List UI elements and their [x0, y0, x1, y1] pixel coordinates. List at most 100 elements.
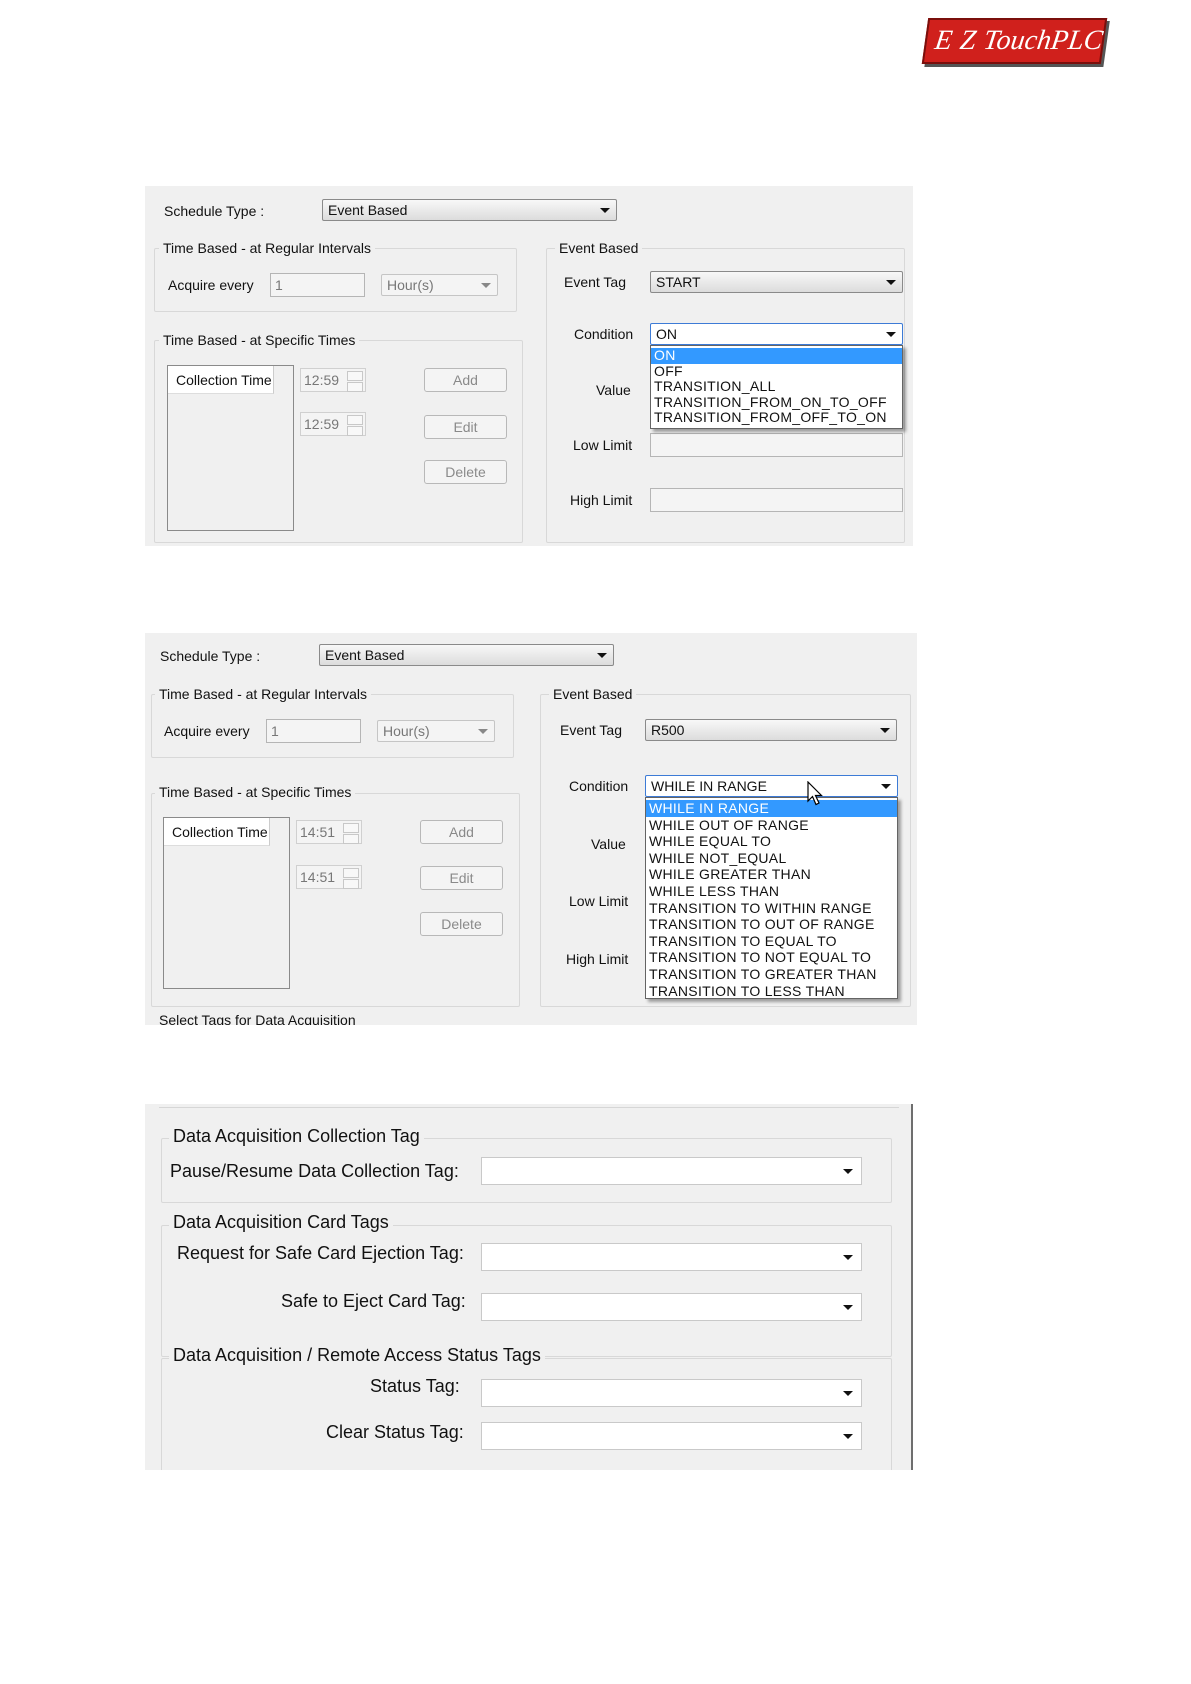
delete-button[interactable]: Delete: [420, 912, 503, 936]
clear-status-tag-select[interactable]: [481, 1422, 862, 1450]
status-tags-group: [161, 1358, 892, 1470]
acquire-unit-value: Hour(s): [387, 277, 434, 293]
event-tag-select[interactable]: R500: [645, 719, 897, 741]
edit-button[interactable]: Edit: [424, 415, 507, 439]
spinner-arrows-icon[interactable]: [347, 371, 363, 392]
spinner-arrows-icon[interactable]: [343, 823, 359, 844]
schedule-type-label: Schedule Type :: [164, 203, 265, 219]
value-label: Value: [596, 382, 631, 398]
chevron-down-icon: [843, 1169, 853, 1174]
specific-times-title: Time Based - at Specific Times: [159, 332, 360, 348]
dropdown-option[interactable]: TRANSITION TO WITHIN RANGE: [646, 900, 897, 917]
condition-dropdown-list[interactable]: WHILE IN RANGE WHILE OUT OF RANGE WHILE …: [645, 797, 898, 999]
safe-card-request-label: Request for Safe Card Ejection Tag:: [177, 1243, 464, 1263]
event-based-title: Event Based: [555, 240, 643, 256]
logo-wordmark: TouchPLC: [981, 25, 1105, 56]
status-tag-select[interactable]: [481, 1379, 862, 1407]
safe-to-eject-tag-select[interactable]: [481, 1293, 862, 1321]
spinner-arrows-icon[interactable]: [343, 868, 359, 889]
dropdown-option[interactable]: TRANSITION TO OUT OF RANGE: [646, 916, 897, 933]
condition-select[interactable]: ON: [650, 323, 903, 345]
chevron-down-icon: [597, 653, 607, 658]
select-tags-title: Select Tags for Data Acquisition: [159, 1012, 356, 1025]
high-limit-label: High Limit: [570, 492, 633, 508]
dropdown-option[interactable]: TRANSITION_ALL: [651, 378, 902, 395]
event-tag-select[interactable]: START: [650, 271, 903, 293]
condition-value: ON: [656, 326, 677, 342]
pause-resume-label: Pause/Resume Data Collection Tag:: [170, 1161, 459, 1181]
dropdown-option[interactable]: TRANSITION_FROM_OFF_TO_ON: [651, 409, 902, 426]
safe-card-request-tag-select[interactable]: [481, 1243, 862, 1271]
add-button[interactable]: Add: [420, 820, 503, 844]
schedule-type-select[interactable]: Event Based: [322, 199, 617, 221]
time-spinner-2[interactable]: 12:59: [300, 412, 366, 436]
chevron-down-icon: [478, 729, 488, 734]
event-tag-value: R500: [651, 722, 685, 738]
chevron-down-icon: [843, 1305, 853, 1310]
logo-letter-z: Z: [958, 25, 978, 56]
high-limit-label: High Limit: [566, 951, 629, 967]
dropdown-option[interactable]: WHILE GREATER THAN: [646, 866, 897, 883]
schedule-dialog-1: Schedule Type : Event Based Time Based -…: [145, 186, 913, 546]
condition-dropdown-list[interactable]: ON OFF TRANSITION_ALL TRANSITION_FROM_ON…: [650, 345, 903, 429]
acquire-every-input[interactable]: 1: [266, 719, 361, 743]
chevron-down-icon: [843, 1255, 853, 1260]
chevron-down-icon: [600, 208, 610, 213]
delete-button[interactable]: Delete: [424, 460, 507, 484]
time-spinner-1[interactable]: 12:59: [300, 368, 366, 392]
collection-time-list[interactable]: Collection Time: [163, 817, 290, 989]
dropdown-option[interactable]: TRANSITION TO EQUAL TO: [646, 933, 897, 950]
chevron-down-icon: [843, 1434, 853, 1439]
dropdown-option[interactable]: WHILE NOT_EQUAL: [646, 850, 897, 867]
collection-time-header[interactable]: Collection Time: [164, 818, 270, 846]
low-limit-label: Low Limit: [573, 437, 633, 453]
time-value-1: 12:59: [304, 372, 340, 388]
chevron-down-icon: [881, 784, 891, 789]
condition-select[interactable]: WHILE IN RANGE: [645, 775, 898, 797]
time-spinner-1[interactable]: 14:51: [296, 820, 362, 844]
acquire-unit-select[interactable]: Hour(s): [381, 274, 498, 296]
dropdown-option[interactable]: TRANSITION_FROM_ON_TO_OFF: [651, 394, 902, 411]
status-tags-title: Data Acquisition / Remote Access Status …: [169, 1345, 545, 1366]
pause-resume-tag-select[interactable]: [481, 1157, 862, 1185]
dropdown-option[interactable]: WHILE OUT OF RANGE: [646, 817, 897, 834]
specific-times-title: Time Based - at Specific Times: [155, 784, 356, 800]
spinner-arrows-icon[interactable]: [347, 415, 363, 436]
add-button[interactable]: Add: [424, 368, 507, 392]
top-divider: [159, 1107, 899, 1108]
regular-intervals-title: Time Based - at Regular Intervals: [159, 240, 376, 256]
schedule-type-value: Event Based: [325, 647, 405, 663]
collection-time-header[interactable]: Collection Time: [168, 366, 274, 394]
high-limit-input[interactable]: [650, 488, 903, 512]
dropdown-option[interactable]: WHILE EQUAL TO: [646, 833, 897, 850]
collection-time-list[interactable]: Collection Time: [167, 365, 294, 531]
clear-status-label: Clear Status Tag:: [326, 1422, 464, 1442]
value-label: Value: [591, 836, 626, 852]
collection-tag-title: Data Acquisition Collection Tag: [169, 1126, 424, 1147]
chevron-down-icon: [886, 332, 896, 337]
safe-to-eject-label: Safe to Eject Card Tag:: [281, 1291, 466, 1311]
event-tag-label: Event Tag: [560, 722, 623, 738]
dropdown-option[interactable]: TRANSITION TO GREATER THAN: [646, 966, 897, 983]
dropdown-option[interactable]: ON: [651, 347, 902, 364]
acquire-unit-select[interactable]: Hour(s): [377, 720, 495, 742]
time-value-2: 12:59: [304, 416, 340, 432]
schedule-type-label: Schedule Type :: [160, 648, 261, 664]
edit-button[interactable]: Edit: [420, 866, 503, 890]
condition-label: Condition: [569, 778, 629, 794]
data-acquisition-tags-panel: Data Acquisition Collection Tag Pause/Re…: [145, 1104, 913, 1470]
dropdown-option[interactable]: WHILE LESS THAN: [646, 883, 897, 900]
chevron-down-icon: [880, 728, 890, 733]
regular-intervals-title: Time Based - at Regular Intervals: [155, 686, 372, 702]
schedule-type-select[interactable]: Event Based: [319, 644, 614, 666]
eztouch-plc-logo: E Z TouchPLC: [921, 18, 1108, 64]
dropdown-option[interactable]: TRANSITION TO NOT EQUAL TO: [646, 949, 897, 966]
low-limit-input[interactable]: [650, 433, 903, 457]
time-value-2: 14:51: [300, 869, 336, 885]
time-spinner-2[interactable]: 14:51: [296, 865, 362, 889]
condition-value: WHILE IN RANGE: [651, 778, 767, 794]
dropdown-option[interactable]: TRANSITION TO LESS THAN: [646, 983, 897, 1000]
dropdown-option[interactable]: WHILE IN RANGE: [646, 800, 897, 817]
acquire-every-input[interactable]: 1: [270, 273, 365, 297]
dropdown-option[interactable]: OFF: [651, 363, 902, 380]
